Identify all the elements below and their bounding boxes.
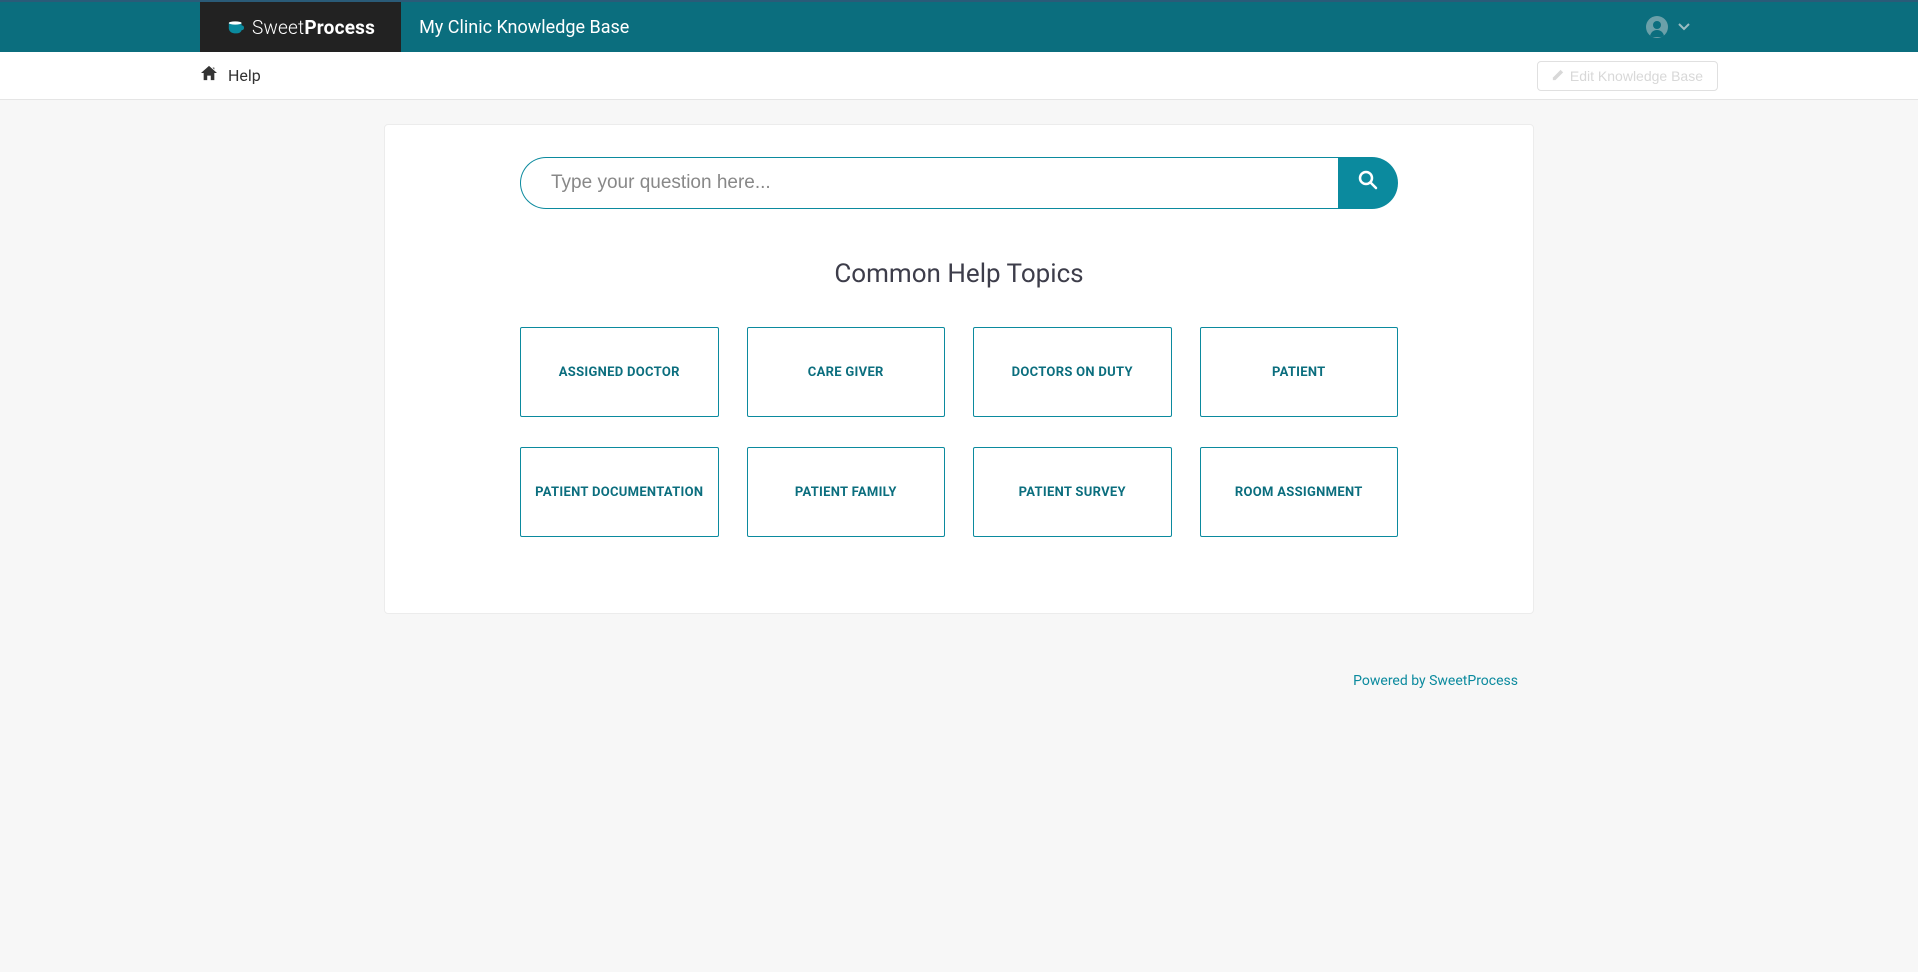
topic-label: CARE GIVER [808,365,884,380]
brand-text: SweetProcess [252,16,375,39]
topic-label: PATIENT SURVEY [1019,485,1126,500]
main-panel: Common Help Topics ASSIGNED DOCTOR CARE … [384,124,1534,614]
topic-card-assigned-doctor[interactable]: ASSIGNED DOCTOR [520,327,719,417]
edit-kb-button[interactable]: Edit Knowledge Base [1537,61,1718,91]
topic-label: PATIENT [1272,365,1326,380]
breadcrumb[interactable]: Help [200,65,261,86]
topic-label: ASSIGNED DOCTOR [559,365,680,380]
topic-card-patient-documentation[interactable]: PATIENT DOCUMENTATION [520,447,719,537]
topic-label: DOCTORS ON DUTY [1012,365,1133,380]
topic-card-room-assignment[interactable]: ROOM ASSIGNMENT [1200,447,1399,537]
topic-card-care-giver[interactable]: CARE GIVER [747,327,946,417]
user-menu[interactable] [1646,16,1918,38]
footer: Powered by SweetProcess [384,670,1534,689]
search-input[interactable] [520,157,1338,209]
user-avatar-icon [1646,16,1668,38]
breadcrumb-label: Help [228,66,261,85]
main-header: SweetProcess My Clinic Knowledge Base [0,2,1918,52]
search-container [520,157,1398,209]
topics-heading: Common Help Topics [520,259,1398,289]
topic-card-patient-survey[interactable]: PATIENT SURVEY [973,447,1172,537]
chevron-down-icon [1678,20,1690,34]
powered-by-link[interactable]: Powered by SweetProcess [1353,673,1518,689]
topic-card-doctors-on-duty[interactable]: DOCTORS ON DUTY [973,327,1172,417]
search-button[interactable] [1338,157,1398,209]
pencil-icon [1552,68,1564,84]
topic-card-patient[interactable]: PATIENT [1200,327,1399,417]
brand-logo[interactable]: SweetProcess [200,2,401,52]
kb-title[interactable]: My Clinic Knowledge Base [401,17,629,38]
home-icon [200,65,218,86]
topic-label: ROOM ASSIGNMENT [1235,485,1363,500]
topic-card-patient-family[interactable]: PATIENT FAMILY [747,447,946,537]
search-icon [1358,170,1378,196]
topic-label: PATIENT DOCUMENTATION [535,485,703,500]
topic-label: PATIENT FAMILY [795,485,897,500]
edit-button-label: Edit Knowledge Base [1570,68,1703,84]
topics-grid: ASSIGNED DOCTOR CARE GIVER DOCTORS ON DU… [520,327,1398,537]
subheader: Help Edit Knowledge Base [0,52,1918,100]
coffee-cup-icon [226,19,246,35]
